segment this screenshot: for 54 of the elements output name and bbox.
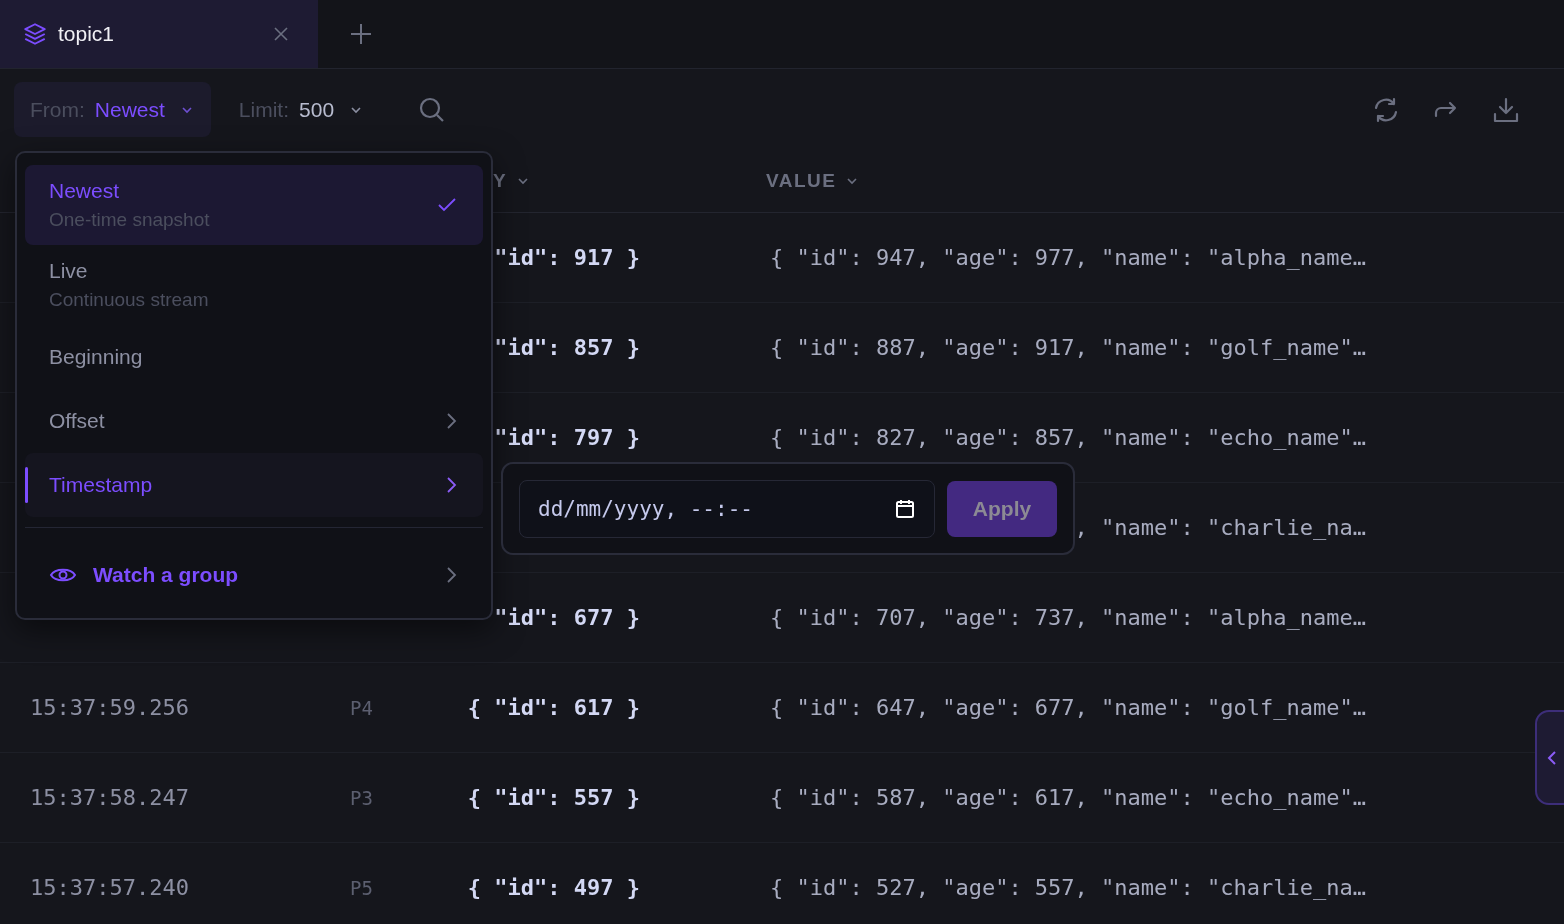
timestamp-cell: 15:37:59.256 [30,695,189,720]
menu-item-label: Beginning [49,345,144,369]
menu-item-label: Offset [49,409,106,433]
caret-icon [180,105,193,114]
sort-caret-icon[interactable] [517,177,530,185]
column-header[interactable]: Y [493,170,508,192]
limit-dropdown[interactable]: Limit: 500 [228,97,373,122]
value-cell: { "id": 527, "age": 557, "name": "charlie_na… [769,875,1366,900]
menu-item-description: Continuous stream [49,289,210,311]
menu-item-label: Timestamp [49,473,154,497]
key-cell: "id": 677 } [494,605,640,630]
layers-icon [22,21,48,47]
value-cell: { "id": 707, "age": 737, "name": "alpha_name… [769,605,1366,630]
chevron-right-icon [445,566,457,584]
calendar-icon[interactable] [895,498,915,519]
check-icon [437,197,457,213]
menu-item[interactable]: Beginning [25,325,483,389]
value-cell: { "id": 947, "age": 977, "name": "alpha_name… [769,245,1366,270]
menu-item-label: Watch a group [93,563,240,587]
chevron-right-icon [445,476,457,494]
value-cell: { "id": 647, "age": 677, "name": "golf_name"… [769,695,1366,720]
topic-tab[interactable]: topic1 [0,0,318,68]
column-header[interactable]: VALUE [766,170,837,192]
close-icon[interactable] [274,27,288,41]
menu-item[interactable]: Live Continuous stream [25,245,483,325]
partition-cell: P4 [350,697,373,719]
add-tab-icon[interactable] [350,23,372,45]
menu-item[interactable]: Timestamp [25,453,483,517]
value-cell: { "id": 887, "age": 917, "name": "golf_name"… [769,335,1366,360]
menu-item[interactable]: Offset [25,389,483,453]
partition-cell: P5 [350,877,373,899]
download-icon[interactable] [1492,95,1520,124]
key-cell: "id": 797 } [494,425,640,450]
caret-icon [350,105,363,114]
datetime-field[interactable]: dd/mm/yyyy, --:-- [519,479,935,538]
key-cell: { "id": 617 } [467,695,640,720]
value-cell: { "id": 827, "age": 857, "name": "echo_name"… [769,425,1366,450]
key-cell: { "id": 557 } [467,785,640,810]
timestamp-cell: 15:37:58.247 [30,785,189,810]
value-cell: { "id": 587, "age": 617, "name": "echo_name"… [769,785,1366,810]
menu-item-label: Newest [49,179,121,203]
partition-cell: P3 [350,787,373,809]
menu-item-label: Live [49,259,89,283]
timestamp-cell: 15:37:57.240 [30,875,189,900]
key-cell: "id": 917 } [494,245,640,270]
menu-item[interactable]: Watch a group [25,538,483,612]
key-cell: { "id": 497 } [467,875,640,900]
value-cell: , "name": "charlie_na… [1074,515,1366,540]
sort-caret-icon[interactable] [846,177,859,185]
refresh-icon[interactable] [1372,95,1400,124]
chevron-left-icon [1547,749,1557,766]
chevron-right-icon [445,412,457,430]
tab-label: topic1 [58,22,116,46]
key-cell: "id": 857 } [494,335,640,360]
